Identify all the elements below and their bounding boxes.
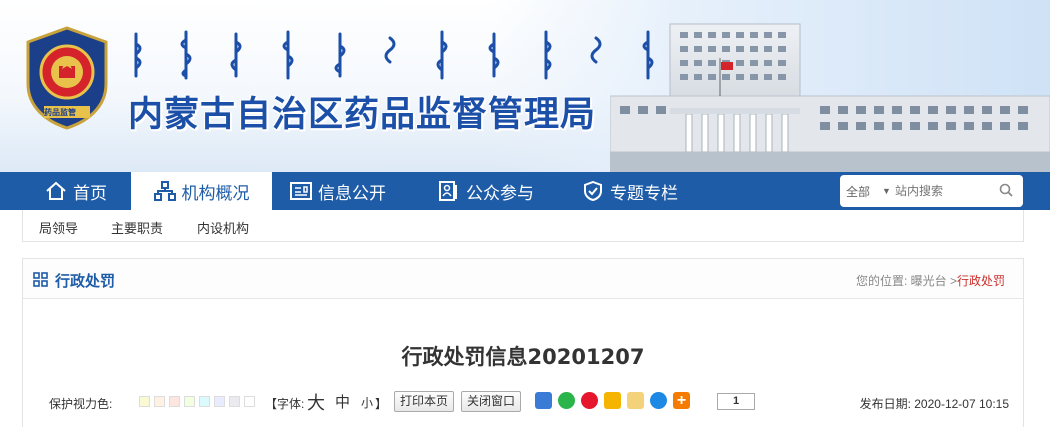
nav-item-label: 专题专栏 xyxy=(610,183,678,204)
site-search: 全部 ▼ xyxy=(840,175,1023,207)
eye-care-color-label: 保护视力色: xyxy=(49,397,113,411)
breadcrumb-prefix[interactable]: 您的位置: 曝光台 > xyxy=(856,274,957,288)
breadcrumb-current[interactable]: 行政处罚 xyxy=(957,274,1005,288)
font-small-button[interactable]: 小 xyxy=(361,394,373,411)
nav-item-label: 机构概况 xyxy=(181,183,250,204)
search-icon[interactable] xyxy=(999,183,1013,197)
color-swatch[interactable] xyxy=(184,396,195,407)
close-window-button[interactable]: 关闭窗口 xyxy=(461,391,522,412)
weibo-icon[interactable] xyxy=(581,392,598,409)
font-size-label: 【字体: xyxy=(265,397,305,411)
color-swatch[interactable] xyxy=(169,396,180,407)
emblem-text: 药品监管 xyxy=(44,108,76,117)
color-swatch[interactable] xyxy=(154,396,165,407)
color-swatch[interactable] xyxy=(199,396,210,407)
qq-icon[interactable] xyxy=(650,392,667,409)
section-title: 行政处罚 xyxy=(55,272,116,290)
home-icon xyxy=(46,181,66,200)
font-large-button[interactable]: 大 xyxy=(307,389,325,415)
sub-navbar: 局领导 主要职责 内设机构 xyxy=(22,210,1024,242)
grid-icon xyxy=(33,272,48,287)
nav-item-special-topics[interactable]: 专题专栏 xyxy=(582,172,692,210)
nav-item-info-disclosure[interactable]: 信息公开 xyxy=(290,172,400,210)
header-banner: 药品监管 内蒙古自治区药品监督管理局 xyxy=(0,0,1050,172)
shield-check-icon xyxy=(584,181,602,201)
nav-item-org-overview[interactable]: 机构概况 xyxy=(131,172,272,210)
news-icon xyxy=(290,182,312,200)
publish-date-value: 2020-12-07 10:15 xyxy=(914,397,1009,411)
government-building-image xyxy=(610,23,1050,172)
nav-item-label: 首页 xyxy=(73,183,107,204)
nav-item-home[interactable]: 首页 xyxy=(30,172,122,210)
subnav-item-internal-departments[interactable]: 内设机构 xyxy=(197,218,249,237)
breadcrumb: 您的位置: 曝光台 >行政处罚 xyxy=(856,272,1005,289)
mongolian-script-title xyxy=(134,30,654,80)
font-label-end: 】 xyxy=(375,397,388,411)
subnav-item-main-duties[interactable]: 主要职责 xyxy=(111,218,163,237)
note-icon[interactable] xyxy=(627,392,644,409)
search-input[interactable] xyxy=(894,184,995,198)
site-title: 内蒙古自治区药品监督管理局 xyxy=(128,95,597,135)
color-swatch[interactable] xyxy=(244,396,255,407)
publish-date: 发布日期: 2020-12-07 10:15 xyxy=(860,395,1009,412)
article-title: 行政处罚信息20201207 xyxy=(401,345,645,369)
print-share-icon[interactable] xyxy=(535,392,552,409)
print-button[interactable]: 打印本页 xyxy=(394,391,455,412)
color-swatch[interactable] xyxy=(229,396,240,407)
nav-item-public-participation[interactable]: 公众参与 xyxy=(438,172,548,210)
content-panel: 行政处罚 您的位置: 曝光台 >行政处罚 行政处罚信息20201207 保护视力… xyxy=(22,258,1024,427)
org-chart-icon xyxy=(153,181,176,201)
share-count-badge: 1 xyxy=(717,393,755,410)
search-scope-select[interactable]: 全部 xyxy=(846,183,870,200)
nav-item-label: 公众参与 xyxy=(466,183,534,204)
chevron-down-icon[interactable]: ▼ xyxy=(882,186,891,196)
add-share-icon[interactable]: + xyxy=(673,392,690,409)
wechat-icon[interactable] xyxy=(558,392,575,409)
subnav-item-bureau-leaders[interactable]: 局领导 xyxy=(39,218,78,237)
color-swatch[interactable] xyxy=(214,396,225,407)
nav-item-label: 信息公开 xyxy=(318,183,386,204)
font-medium-button[interactable]: 中 xyxy=(335,391,350,412)
people-icon xyxy=(439,181,457,201)
email-icon[interactable] xyxy=(604,392,621,409)
publish-date-label: 发布日期: xyxy=(859,397,911,411)
article-toolbar: 保护视力色: 【字体: 大 中 小 】 打印本页 关闭窗口 + 1 发布日期: … xyxy=(49,389,1009,413)
panel-header: 行政处罚 您的位置: 曝光台 >行政处罚 xyxy=(23,259,1023,299)
color-swatch[interactable] xyxy=(139,396,150,407)
